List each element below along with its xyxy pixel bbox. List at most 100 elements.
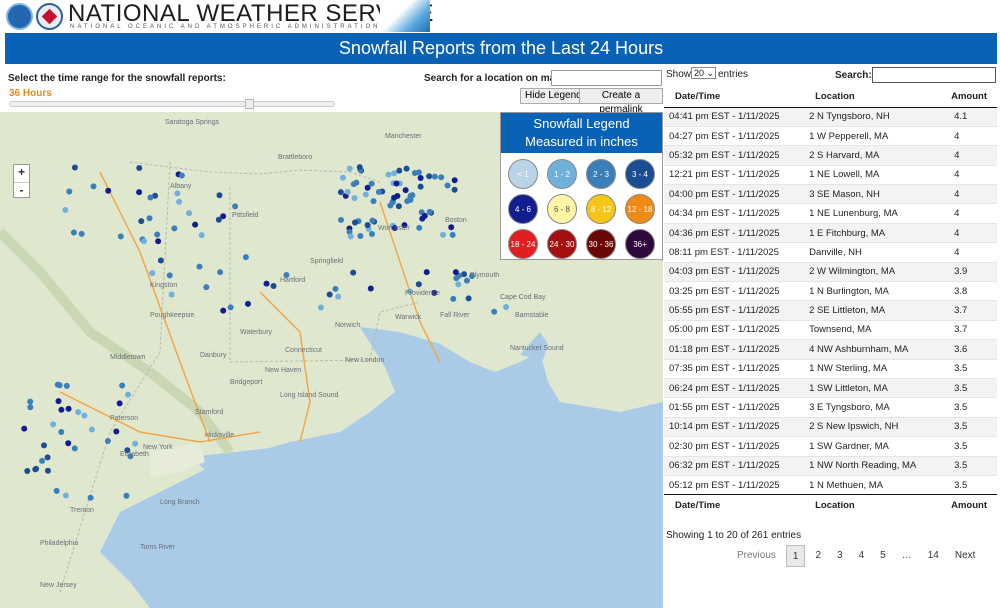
snowfall-report-marker[interactable] [242,254,249,261]
nws-logo[interactable] [36,3,63,30]
snowfall-report-marker[interactable] [332,285,339,292]
column-datetime[interactable]: Date/Time [664,87,805,108]
snowfall-report-marker[interactable] [370,198,377,205]
snowfall-report-marker[interactable] [369,217,376,224]
page-button[interactable]: 2 [809,545,827,567]
snowfall-report-marker[interactable] [166,272,173,279]
snowfall-report-marker[interactable] [39,457,46,464]
snowfall-report-marker[interactable] [21,425,28,432]
snowfall-report-marker[interactable] [344,188,351,195]
snowfall-report-marker[interactable] [88,426,95,433]
snowfall-report-marker[interactable] [113,428,120,435]
slider-handle[interactable] [245,99,254,109]
snowfall-report-marker[interactable] [415,281,422,288]
snowfall-report-marker[interactable] [395,203,402,210]
snowfall-report-marker[interactable] [407,196,414,203]
snowfall-report-marker[interactable] [141,238,148,245]
snowfall-report-marker[interactable] [335,293,342,300]
snowfall-report-marker[interactable] [364,184,371,191]
snowfall-report-marker[interactable] [503,303,510,310]
snowfall-report-marker[interactable] [75,409,82,416]
table-row[interactable]: 04:41 pm EST - 1/11/2025 2 N Tyngsboro, N… [664,106,997,127]
snowfall-report-marker[interactable] [104,438,111,445]
snowfall-report-marker[interactable] [440,231,447,238]
snowfall-report-marker[interactable] [455,281,462,288]
snowfall-report-marker[interactable] [56,382,63,389]
snowfall-report-marker[interactable] [157,257,164,264]
table-row[interactable]: 03:25 pm EST - 1/11/2025 1 N Burlington, … [664,281,997,301]
snowfall-report-marker[interactable] [123,492,130,499]
snowfall-report-marker[interactable] [65,405,72,412]
snowfall-report-marker[interactable] [449,231,456,238]
snowfall-report-marker[interactable] [491,308,498,315]
snowfall-report-marker[interactable] [357,232,364,239]
snowfall-report-marker[interactable] [426,173,433,180]
create-permalink-button[interactable]: Create a permalink [579,88,663,115]
page-button[interactable]: Next [949,545,982,567]
snowfall-report-marker[interactable] [369,230,376,237]
hide-legend-button[interactable]: Hide Legend [520,88,587,104]
table-row[interactable]: 05:55 pm EST - 1/11/2025 2 SE Littleton, … [664,300,997,321]
snowfall-report-marker[interactable] [444,182,451,189]
snowfall-report-marker[interactable] [338,216,345,223]
snowfall-report-marker[interactable] [119,382,126,389]
page-button[interactable]: Previous [731,545,782,567]
table-row[interactable]: 08:11 pm EST - 1/11/2025 Danville, NH 4 [664,242,997,263]
snowfall-report-marker[interactable] [203,284,210,291]
table-row[interactable]: 04:34 pm EST - 1/11/2025 1 NE Lunenburg, … [664,203,997,224]
snowfall-report-marker[interactable] [402,187,409,194]
snowfall-report-marker[interactable] [450,295,457,302]
snowfall-report-marker[interactable] [154,231,161,238]
snowfall-report-marker[interactable] [352,219,359,226]
snowfall-report-marker[interactable] [393,180,400,187]
snowfall-report-marker[interactable] [70,229,77,236]
table-row[interactable]: 01:18 pm EST - 1/11/2025 4 NW Ashburnham,… [664,339,997,360]
table-row[interactable]: 04:27 pm EST - 1/11/2025 1 W Pepperell, M… [664,125,997,146]
page-button[interactable]: 3 [831,545,849,567]
table-row[interactable]: 04:03 pm EST - 1/11/2025 2 W Wilmington, … [664,261,997,282]
snowfall-report-marker[interactable] [217,269,224,276]
snowfall-report-marker[interactable] [385,171,392,178]
page-button[interactable]: 5 [874,545,892,567]
snowfall-report-marker[interactable] [66,188,73,195]
snowfall-report-marker[interactable] [27,404,34,411]
snowfall-report-marker[interactable] [391,170,398,177]
snowfall-report-marker[interactable] [448,224,455,231]
snowfall-report-marker[interactable] [178,172,185,179]
snowfall-report-marker[interactable] [451,177,458,184]
snowfall-report-marker[interactable] [339,174,346,181]
snowfall-report-marker[interactable] [417,175,424,182]
snowfall-report-marker[interactable] [198,232,205,239]
snowfall-report-marker[interactable] [78,230,85,237]
snowfall-report-marker[interactable] [132,440,139,447]
snowfall-report-marker[interactable] [423,269,430,276]
snowfall-report-marker[interactable] [33,465,40,472]
snowfall-report-marker[interactable] [27,398,34,405]
snowfall-report-marker[interactable] [176,198,183,205]
snowfall-report-marker[interactable] [58,406,65,413]
snowfall-report-marker[interactable] [192,221,199,228]
snowfall-report-marker[interactable] [353,179,360,186]
snowfall-report-marker[interactable] [346,165,353,172]
snowfall-report-marker[interactable] [136,189,143,196]
zoom-in-button[interactable]: + [14,165,29,182]
snowfall-report-marker[interactable] [411,170,418,177]
snowfall-report-marker[interactable] [62,207,69,214]
snowfall-report-marker[interactable] [403,165,410,172]
snowfall-report-marker[interactable] [465,295,472,302]
snowfall-report-marker[interactable] [71,445,78,452]
map-search-input[interactable] [551,70,662,86]
snowfall-report-marker[interactable] [71,164,78,171]
table-row[interactable]: 06:32 pm EST - 1/11/2025 1 NW North Readi… [664,455,997,476]
snowfall-report-marker[interactable] [351,195,358,202]
snowfall-report-marker[interactable] [55,398,62,405]
page-button[interactable]: 14 [922,545,945,567]
table-row[interactable]: 02:30 pm EST - 1/11/2025 1 SW Gardner, MA… [664,436,997,457]
snowfall-report-marker[interactable] [421,212,428,219]
snowfall-report-marker[interactable] [41,442,48,449]
snowfall-report-marker[interactable] [186,210,193,217]
snowfall-report-marker[interactable] [196,263,203,270]
snowfall-report-marker[interactable] [53,487,60,494]
snowfall-report-marker[interactable] [147,194,154,201]
snowfall-report-marker[interactable] [125,391,132,398]
